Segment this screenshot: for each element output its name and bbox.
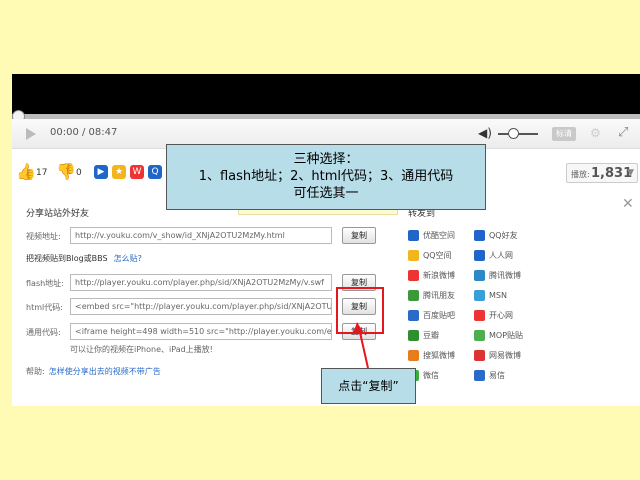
reprint-site-item[interactable]: QQ好友 (474, 230, 518, 242)
reprint-site-item[interactable]: 网易微博 (474, 350, 521, 362)
reprint-site-label: 腾讯微博 (489, 271, 521, 280)
reprint-site-item[interactable]: 易信 (474, 370, 505, 382)
fullscreen-icon[interactable]: ⤢ (618, 125, 628, 140)
reprint-site-item[interactable]: QQ空间 (408, 250, 452, 262)
reprint-site-label: 易信 (489, 371, 505, 380)
callout-three-options: 三种选择： 1、flash地址；2、html代码；3、通用代码 可任选其一 (166, 144, 486, 210)
play-icon[interactable] (26, 128, 36, 140)
site-logo-icon (474, 370, 485, 381)
video-url-label: 视频地址: (26, 232, 61, 241)
flash-label: flash地址: (26, 279, 64, 288)
dislike-count: 0 (76, 168, 82, 178)
play-count-box[interactable]: 播放: 1,831 ▼ (566, 163, 638, 183)
play-count-value: 1,831 (591, 166, 633, 181)
video-url-field[interactable]: http://v.youku.com/v_show/id_XNjA2OTU2Mz… (70, 227, 332, 244)
copy-video-url-button[interactable]: 复制 (342, 227, 376, 244)
reprint-site-label: 豆瓣 (423, 331, 439, 340)
quality-button[interactable]: 标清 (552, 127, 576, 141)
callout-click-copy: 点击“复制” (321, 368, 416, 404)
reprint-site-label: QQ空间 (423, 251, 452, 260)
html-code-field[interactable]: <embed src="http://player.youku.com/play… (70, 298, 332, 315)
no-ads-help-link[interactable]: 怎样使分享出去的视频不带广告 (49, 367, 161, 376)
reprint-site-item[interactable]: MOP贴贴 (474, 330, 523, 342)
site-logo-icon (408, 250, 419, 261)
generic-code-label: 通用代码: (26, 328, 61, 337)
reprint-site-item[interactable]: 豆瓣 (408, 330, 439, 342)
site-logo-icon (474, 330, 485, 341)
site-logo-icon (408, 350, 419, 361)
reprint-site-label: 开心网 (489, 311, 513, 320)
close-icon[interactable]: ✕ (622, 196, 634, 212)
highlight-box (336, 287, 384, 334)
thumbs-up-icon[interactable]: 👍 (16, 162, 36, 181)
reprint-site-item[interactable]: 人人网 (474, 250, 513, 262)
like-count: 17 (36, 168, 48, 178)
callout-line-1: 三种选择： (293, 152, 359, 167)
play-count-label: 播放: (571, 170, 590, 179)
reprint-site-item[interactable]: 优酷空间 (408, 230, 455, 242)
video-area[interactable] (12, 74, 640, 114)
embed-help-link[interactable]: 怎么贴? (114, 254, 142, 263)
reprint-site-label: 人人网 (489, 251, 513, 260)
reprint-site-item[interactable]: 腾讯微博 (474, 270, 521, 282)
reprint-site-item[interactable]: MSN (474, 290, 507, 302)
qzone-share-icon[interactable]: ★ (112, 165, 126, 179)
embed-header-text: 把视频贴到Blog或BBS (26, 254, 108, 263)
reprint-site-label: MOP贴贴 (489, 331, 524, 340)
qq-share-icon[interactable]: Q (148, 165, 162, 179)
callout-line-2: 1、flash地址；2、html代码；3、通用代码 (198, 169, 454, 184)
reprint-site-label: 网易微博 (489, 351, 521, 360)
site-logo-icon (474, 250, 485, 261)
reprint-site-label: 新浪微博 (423, 271, 455, 280)
reprint-site-item[interactable]: 腾讯朋友 (408, 290, 455, 302)
weibo-share-icon[interactable]: W (130, 165, 144, 179)
site-logo-icon (474, 310, 485, 321)
site-logo-icon (408, 330, 419, 341)
site-logo-icon (474, 230, 485, 241)
reprint-site-label: 微信 (423, 371, 439, 380)
chevron-down-icon: ▼ (627, 168, 634, 178)
help-row: 帮助: 怎样使分享出去的视频不带广告 (26, 366, 161, 377)
generic-code-field[interactable]: <iframe height=498 width=510 src="http:/… (70, 323, 332, 340)
reprint-site-label: 腾讯朋友 (423, 291, 455, 300)
help-label: 帮助: (26, 367, 45, 376)
ipad-note: 可以让你的视频在iPhone、iPad上播放! (70, 345, 213, 354)
youku-page-screenshot: 00:00 / 08:47 ◀) 标清 ⚙ ⤢ 👍 17 👎 0 ▶ ★ W Q… (12, 74, 640, 406)
reprint-site-label: 搜狐微博 (423, 351, 455, 360)
callout-line-3: 可任选其一 (293, 186, 359, 201)
reprint-site-label: 百度贴吧 (423, 311, 455, 320)
site-logo-icon (474, 350, 485, 361)
site-logo-icon (408, 310, 419, 321)
slide-background: 00:00 / 08:47 ◀) 标清 ⚙ ⤢ 👍 17 👎 0 ▶ ★ W Q… (0, 0, 640, 480)
html-label: html代码: (26, 303, 63, 312)
thumbs-down-icon[interactable]: 👎 (56, 162, 76, 181)
reprint-site-item[interactable]: 开心网 (474, 310, 513, 322)
reprint-site-label: 优酷空间 (423, 231, 455, 240)
site-logo-icon (408, 270, 419, 281)
site-logo-icon (408, 290, 419, 301)
time-display: 00:00 / 08:47 (50, 127, 118, 138)
volume-knob[interactable] (508, 128, 519, 139)
site-logo-icon (408, 230, 419, 241)
site-logo-icon (474, 290, 485, 301)
reprint-site-item[interactable]: 新浪微博 (408, 270, 455, 282)
youku-share-icon[interactable]: ▶ (94, 165, 108, 179)
reprint-site-item[interactable]: 搜狐微博 (408, 350, 455, 362)
embed-header: 把视频贴到Blog或BBS 怎么贴? (26, 253, 142, 264)
site-logo-icon (474, 270, 485, 281)
reprint-site-label: QQ好友 (489, 231, 518, 240)
reprint-site-item[interactable]: 百度贴吧 (408, 310, 455, 322)
share-panel-title: 分享站站外好友 (26, 209, 90, 219)
reprint-site-label: MSN (489, 291, 507, 300)
volume-icon[interactable]: ◀) (478, 126, 492, 140)
gear-icon[interactable]: ⚙ (590, 126, 601, 140)
flash-url-field[interactable]: http://player.youku.com/player.php/sid/X… (70, 274, 332, 291)
